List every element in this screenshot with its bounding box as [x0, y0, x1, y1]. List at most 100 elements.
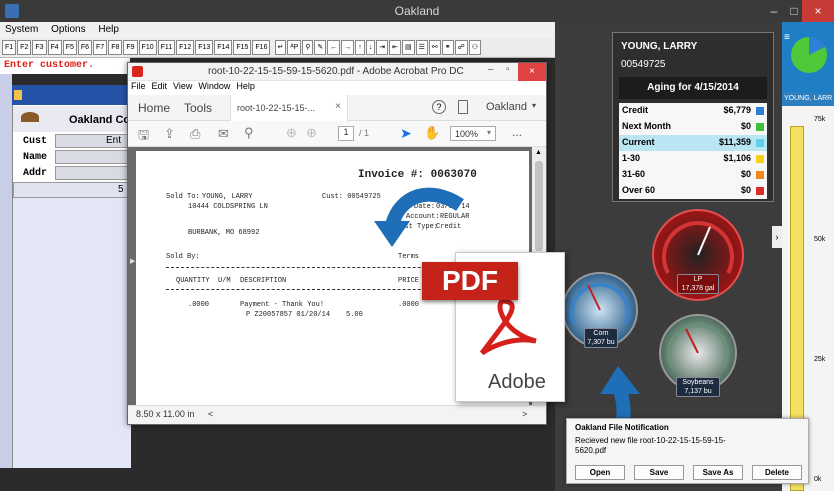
menu-system[interactable]: System	[0, 22, 43, 37]
tab-close-icon[interactable]: ×	[335, 101, 341, 112]
zoom-search-icon[interactable]: ⚲	[244, 125, 254, 141]
tick-0k: 0k	[814, 476, 822, 483]
tab-tools[interactable]: Tools	[184, 101, 212, 115]
people-icon[interactable]: ⚇	[468, 40, 482, 55]
status-line: Enter customer.	[0, 58, 130, 74]
close-button[interactable]: ×	[802, 0, 834, 22]
save-as-button[interactable]: Save As	[693, 465, 743, 480]
page-number-input[interactable]: 1	[338, 126, 354, 141]
menu-icon[interactable]: ≡	[784, 32, 790, 43]
arrow-down-icon[interactable]: ↓	[365, 40, 376, 55]
f9-button[interactable]: F9	[123, 40, 138, 55]
tab-document[interactable]: root-10-22-15-15-... ×	[230, 95, 348, 121]
menu-help[interactable]: Help	[93, 22, 124, 37]
prev-page-icon[interactable]: ⊕	[286, 125, 297, 141]
acrobat-menu-window[interactable]: Window	[195, 81, 233, 91]
cust-field[interactable]: Ent	[55, 134, 131, 148]
email-icon[interactable]: ✉	[218, 126, 229, 142]
upload-icon[interactable]: ⇪	[164, 126, 175, 142]
f15-button[interactable]: F15	[233, 40, 252, 55]
f13-button[interactable]: F13	[195, 40, 214, 55]
arrow-left-icon[interactable]: ←	[327, 40, 341, 55]
sidebar-header: ≡	[782, 22, 834, 92]
acrobat-title-bar: root-10-22-15-15-59-15-5620.pdf - Adobe …	[128, 63, 546, 81]
f4-button[interactable]: F4	[47, 40, 62, 55]
customer-number: 00549725	[621, 59, 666, 70]
f3-button[interactable]: F3	[32, 40, 47, 55]
f1-button[interactable]: F1	[2, 40, 17, 55]
grid-icon[interactable]: ▤	[402, 40, 415, 55]
print-icon[interactable]: ⎙	[190, 126, 200, 142]
acrobat-menu-edit[interactable]: Edit	[149, 81, 171, 91]
corn-value: 7,307 bu	[587, 339, 615, 346]
save-icon[interactable]: 🖫	[138, 126, 149, 148]
side-panel-toggle-icon[interactable]: ▶	[130, 257, 135, 265]
save-button[interactable]: Save	[634, 465, 684, 480]
list-icon[interactable]: ☰	[415, 40, 428, 55]
first-icon[interactable]: ⇤	[389, 40, 402, 55]
select-tool-icon[interactable]: ➤	[400, 125, 412, 142]
zoom-select[interactable]: 100% ▾	[450, 126, 496, 141]
soybeans-label: Soybeans	[682, 379, 714, 386]
users-icon[interactable]: ☍	[454, 40, 468, 55]
next-page-icon[interactable]: ⊕	[306, 125, 317, 141]
f6-button[interactable]: F6	[77, 40, 93, 55]
page-icon[interactable]: ᴬP	[287, 40, 302, 55]
aging-title: Aging for 4/15/2014	[619, 77, 767, 99]
acrobat-minimize-button[interactable]: –	[488, 64, 494, 75]
hscroll-left-icon[interactable]: <	[208, 409, 213, 419]
scroll-thumb[interactable]	[535, 161, 543, 251]
f2-button[interactable]: F2	[17, 40, 32, 55]
addr-label: Addr	[23, 168, 48, 179]
f5-button[interactable]: F5	[62, 40, 77, 55]
lp-gauge-label: LP 17,378 gal	[677, 274, 719, 294]
aging-color-swatch	[756, 107, 764, 115]
aging-color-swatch	[756, 155, 764, 163]
arrow-right-icon[interactable]: →	[341, 40, 355, 55]
open-button[interactable]: Open	[575, 465, 625, 480]
acrobat-menu-file[interactable]: File	[128, 81, 149, 91]
f8-button[interactable]: F8	[108, 40, 123, 55]
acrobat-maximize-button[interactable]: ▫	[506, 64, 510, 75]
f7-button[interactable]: F7	[93, 40, 108, 55]
f16-button[interactable]: F16	[252, 40, 271, 55]
company-header: Oakland Co	[13, 106, 131, 132]
file-notification: Oakland File Notification Recieved new f…	[566, 418, 809, 484]
hand-tool-icon[interactable]: ✋	[424, 125, 440, 141]
name-label: Name	[23, 152, 48, 163]
hscroll-right-icon[interactable]: >	[522, 409, 527, 419]
account-caret-icon[interactable]: ▾	[532, 101, 536, 110]
acrobat-title: root-10-22-15-15-59-15-5620.pdf - Adobe …	[208, 66, 464, 77]
f12-button[interactable]: F12	[176, 40, 195, 55]
tab-document-label: root-10-22-15-15-...	[237, 103, 316, 113]
arrow-up-icon[interactable]: ↑	[355, 40, 365, 55]
f11-button[interactable]: F11	[157, 40, 176, 55]
aging-row-label: Current	[622, 137, 655, 147]
help-icon[interactable]: ?	[432, 100, 446, 114]
enter-icon[interactable]: ↵	[274, 40, 287, 55]
acrobat-close-button[interactable]: ×	[518, 63, 546, 81]
line-reference: P Z20057857 01/20/14	[246, 311, 331, 319]
menu-options[interactable]: Options	[46, 22, 90, 37]
last-icon[interactable]: ⇥	[376, 40, 389, 55]
aging-row-value: $1,106	[723, 153, 751, 163]
acrobat-menu-view[interactable]: View	[170, 81, 195, 91]
merge-icon[interactable]: ⚭	[441, 40, 454, 55]
grid-row[interactable]: 5	[13, 182, 131, 198]
tab-home[interactable]: Home	[138, 101, 170, 115]
f10-button[interactable]: F10	[138, 40, 157, 55]
acrobat-menu-help[interactable]: Help	[233, 81, 258, 91]
f14-button[interactable]: F14	[214, 40, 233, 55]
edit-icon[interactable]: ✎	[314, 40, 327, 55]
more-tools-icon[interactable]: ...	[512, 125, 522, 139]
tick-50k: 50k	[814, 236, 826, 243]
delete-button[interactable]: Delete	[752, 465, 802, 480]
scroll-up-icon[interactable]: ▲	[535, 149, 542, 156]
addr-field[interactable]	[55, 166, 131, 180]
mobile-icon[interactable]	[458, 100, 468, 114]
split-icon[interactable]: ⚯	[428, 40, 441, 55]
name-field[interactable]	[55, 150, 131, 164]
acrobat-app-icon	[132, 66, 143, 77]
account-menu[interactable]: Oakland	[486, 101, 527, 113]
search-icon[interactable]: ⚲	[302, 40, 314, 55]
